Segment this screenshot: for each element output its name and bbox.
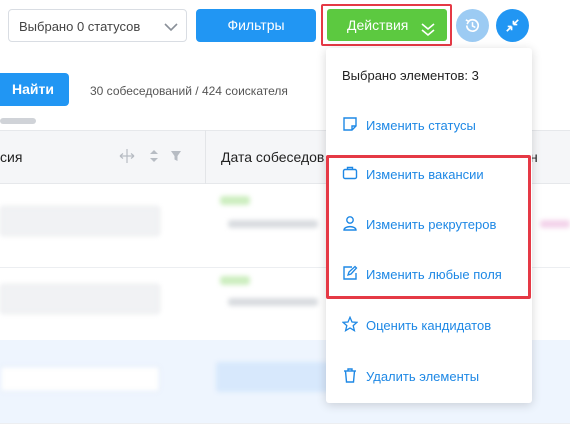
drag-arrows-icon (119, 149, 135, 163)
sort-icon (150, 150, 158, 162)
actions-button-label: Действия (347, 17, 409, 33)
results-count: 30 собеседований / 424 соискателя (90, 84, 288, 98)
menu-item-change-statuses[interactable]: Изменить статусы (326, 110, 532, 140)
menu-item-delete-elements[interactable]: Удалить элементы (326, 361, 532, 391)
history-icon (465, 18, 480, 32)
trash-icon (342, 367, 358, 386)
actions-button[interactable]: Действия (327, 9, 447, 41)
blurred-cell (0, 206, 160, 236)
history-button[interactable] (456, 9, 489, 42)
menu-item-label: Удалить элементы (366, 369, 480, 384)
filters-button-label: Фильтры (227, 17, 285, 33)
blurred-date (228, 298, 318, 306)
collapse-arrows-icon (506, 19, 519, 32)
blurred-badge (220, 276, 250, 285)
blurred-tag (540, 220, 570, 228)
status-select-value: Выбрано 0 статусов (19, 19, 141, 34)
column-header-position[interactable]: сия (0, 149, 22, 165)
menu-item-label: Изменить статусы (366, 118, 476, 133)
blurred-badge (220, 196, 250, 205)
status-edit-icon (342, 116, 358, 135)
status-select[interactable]: Выбрано 0 статусов (8, 9, 187, 42)
filter-icon (171, 151, 181, 161)
horizontal-scrollbar[interactable] (0, 118, 36, 124)
collapse-button[interactable] (496, 9, 529, 42)
column-header-interview-date[interactable]: Дата собеседов (221, 149, 324, 165)
column-divider (205, 130, 206, 184)
menu-items-highlight (326, 155, 531, 299)
chevron-down-icon (164, 20, 178, 35)
blurred-cell (0, 284, 160, 314)
blurred-cell (216, 362, 336, 392)
double-chevron-down-icon (421, 17, 435, 49)
filters-button[interactable]: Фильтры (196, 9, 316, 42)
column-tools (118, 148, 198, 169)
blurred-date (228, 220, 318, 228)
star-icon (341, 315, 359, 335)
find-button[interactable]: Найти (0, 73, 69, 106)
selected-count: Выбрано элементов: 3 (342, 68, 479, 83)
menu-item-rate-candidates[interactable]: Оценить кандидатов (326, 310, 532, 340)
blurred-cell (0, 366, 160, 392)
find-button-label: Найти (12, 81, 54, 97)
menu-item-label: Оценить кандидатов (366, 318, 492, 333)
